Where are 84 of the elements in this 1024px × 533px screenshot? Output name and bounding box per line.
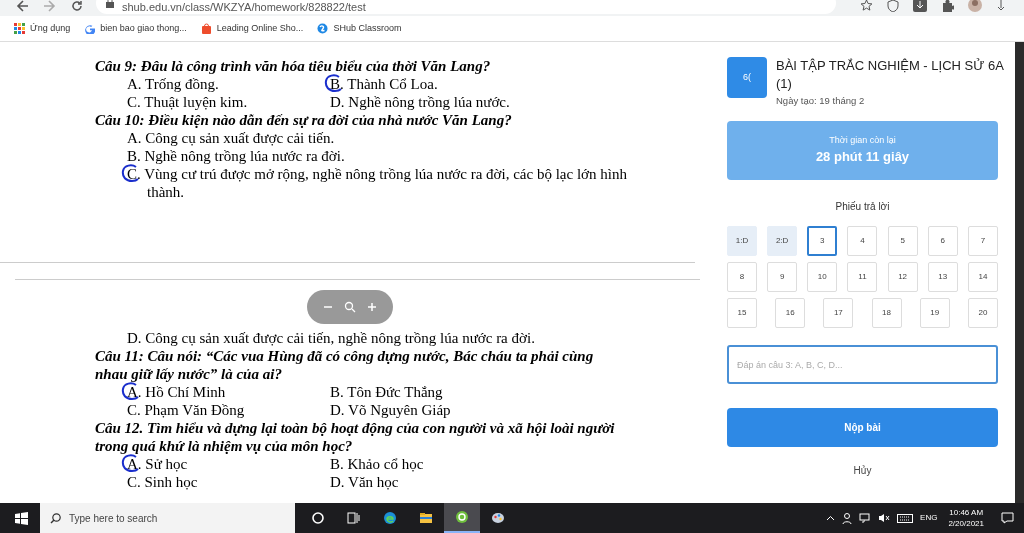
question-number-button[interactable]: 8 bbox=[727, 262, 757, 292]
answer-input[interactable]: Đáp án câu 3: A, B, C, D... bbox=[727, 345, 998, 384]
clock[interactable]: 10:46 AM 2/20/2021 bbox=[948, 507, 984, 529]
created-date: Ngày tạo: 19 tháng 2 bbox=[776, 94, 866, 108]
question-number-button[interactable]: 13 bbox=[927, 262, 958, 292]
question-number-button[interactable]: 10 bbox=[807, 262, 838, 292]
bookmark[interactable]: Leading Online Sho... bbox=[198, 18, 306, 39]
question-number-button[interactable]: 17 bbox=[823, 298, 854, 328]
question-text: Câu 10: Điều kiện nào dẫn đến sự ra đời của nhà nước Văn Lang? bbox=[95, 111, 513, 129]
language-indicator[interactable]: ENG bbox=[920, 512, 938, 524]
answer-option: C. Vùng cư trú được mở rộng, nghề nông trồng lúa nước ra đời, các bộ lạc lớn hình thành. bbox=[127, 165, 657, 201]
question-number-button[interactable]: 18 bbox=[871, 298, 902, 328]
answer-option: A. Công cụ sản xuất được cải tiến. bbox=[127, 129, 657, 147]
shopping-bag-icon bbox=[200, 23, 212, 34]
question-number-button[interactable]: 4 bbox=[847, 226, 878, 256]
taskbar-app-button[interactable] bbox=[444, 503, 480, 533]
question-number-button[interactable]: 9 bbox=[767, 262, 798, 292]
answer-option: B. Nghề nông trồng lúa nước ra đời. bbox=[127, 147, 657, 165]
lock-icon bbox=[106, 0, 114, 8]
question-number-button[interactable]: 7 bbox=[967, 226, 998, 256]
class-logo: 6( bbox=[727, 57, 767, 98]
answer-option: D. Công cụ sản xuất được cải tiến, nghề nông trồng lúa nước ra đời. bbox=[127, 329, 657, 347]
question-number-button[interactable]: 11 bbox=[847, 262, 878, 292]
bookmark[interactable]: SHub Classroom bbox=[315, 18, 404, 39]
cortana-icon bbox=[311, 511, 325, 525]
avatar-icon[interactable] bbox=[968, 0, 982, 12]
bookmark[interactable]: Ứng dụng bbox=[12, 18, 73, 39]
back-icon[interactable] bbox=[16, 0, 30, 12]
answer-option: B. Khảo cổ học bbox=[330, 455, 424, 473]
question-number-button[interactable]: 12 bbox=[887, 262, 918, 292]
answer-option: C. Phạm Văn Đồng bbox=[127, 401, 330, 419]
question-text: Câu 9: Đâu là công trình văn hóa tiêu biểu của thời Văn Lang? bbox=[95, 57, 492, 75]
notification-icon[interactable] bbox=[1001, 512, 1014, 524]
apps-icon bbox=[14, 23, 25, 34]
cancel-link[interactable]: Hủy bbox=[853, 463, 872, 478]
question-number-button[interactable]: 2:D bbox=[767, 226, 798, 256]
shield-icon[interactable] bbox=[887, 0, 899, 12]
question-number-button[interactable]: 3 bbox=[807, 226, 838, 256]
plus-icon[interactable] bbox=[367, 302, 378, 312]
question-text: Câu 11: Câu nói: “Các vua Hùng đã có công dựng nước, Bác cháu ta phải cùng nhau giữ lấy nước” là của ai? bbox=[95, 347, 595, 383]
answer-option: A. Trống đồng. bbox=[127, 75, 330, 93]
star-icon[interactable] bbox=[860, 0, 873, 12]
answer-option: B. Thành Cổ Loa. bbox=[330, 75, 438, 93]
timer-value: 28 phút 11 giây bbox=[815, 148, 910, 166]
person-icon[interactable] bbox=[842, 512, 853, 524]
task-view-icon bbox=[347, 511, 361, 525]
answer-option: D. Văn học bbox=[330, 473, 399, 491]
answer-option: B. Tôn Đức Thắng bbox=[330, 383, 443, 401]
answer-option: A. Hồ Chí Minh bbox=[127, 383, 330, 401]
sheet-title: Phiếu trả lời bbox=[835, 200, 890, 214]
question-number-button[interactable]: 5 bbox=[887, 226, 918, 256]
question-number-button[interactable]: 14 bbox=[967, 262, 998, 292]
question-number-button[interactable]: 6 bbox=[927, 226, 958, 256]
search-icon bbox=[50, 512, 61, 524]
download-icon[interactable] bbox=[913, 0, 927, 12]
answer-option: D. Nghề nông trồng lúa nước. bbox=[330, 93, 510, 111]
answer-option: C. Thuật luyện kim. bbox=[127, 93, 330, 111]
google-icon bbox=[84, 23, 96, 34]
question-number-button[interactable]: 16 bbox=[775, 298, 806, 328]
chevron-up-icon[interactable] bbox=[826, 515, 836, 521]
windows-icon[interactable] bbox=[15, 511, 28, 525]
taskbar-search[interactable]: Type here to search bbox=[40, 503, 295, 533]
puzzle-icon[interactable] bbox=[941, 0, 954, 12]
answer-option: D. Võ Nguyên Giáp bbox=[330, 401, 451, 419]
speaker-muted-icon[interactable] bbox=[878, 513, 891, 523]
timer-label: Thời gian còn lại bbox=[829, 134, 896, 147]
question-text: Câu 12. Tìm hiểu và dựng lại toàn bộ hoạt động của con người và xã hội loài người trong quá khứ là nhiệm vụ của môn học? bbox=[95, 419, 616, 455]
answer-option: A. Sử học bbox=[127, 455, 330, 473]
submit-button[interactable]: Nộp bài bbox=[727, 408, 998, 447]
question-number-button[interactable]: 19 bbox=[919, 298, 950, 328]
keyboard-icon[interactable] bbox=[897, 513, 914, 523]
ring-app-icon bbox=[455, 510, 469, 524]
palette-icon bbox=[491, 511, 505, 525]
question-number-button[interactable]: 15 bbox=[727, 298, 757, 328]
folder-icon bbox=[419, 511, 433, 525]
magnifier-icon[interactable] bbox=[344, 301, 356, 313]
reload-icon[interactable] bbox=[71, 0, 83, 12]
bookmark[interactable]: bien bao giao thong... bbox=[82, 18, 189, 39]
address-bar[interactable]: shub.edu.vn/class/WKZYA/homework/828822/test bbox=[96, 0, 836, 14]
question-number-button[interactable]: 20 bbox=[967, 298, 998, 328]
answer-option: C. Sinh học bbox=[127, 473, 330, 491]
question-number-button[interactable]: 1:D bbox=[727, 226, 757, 256]
assignment-title: BÀI TẬP TRẮC NGHIỆM - LỊCH SỬ 6A (1) bbox=[776, 57, 1005, 93]
edge-icon bbox=[383, 511, 397, 525]
